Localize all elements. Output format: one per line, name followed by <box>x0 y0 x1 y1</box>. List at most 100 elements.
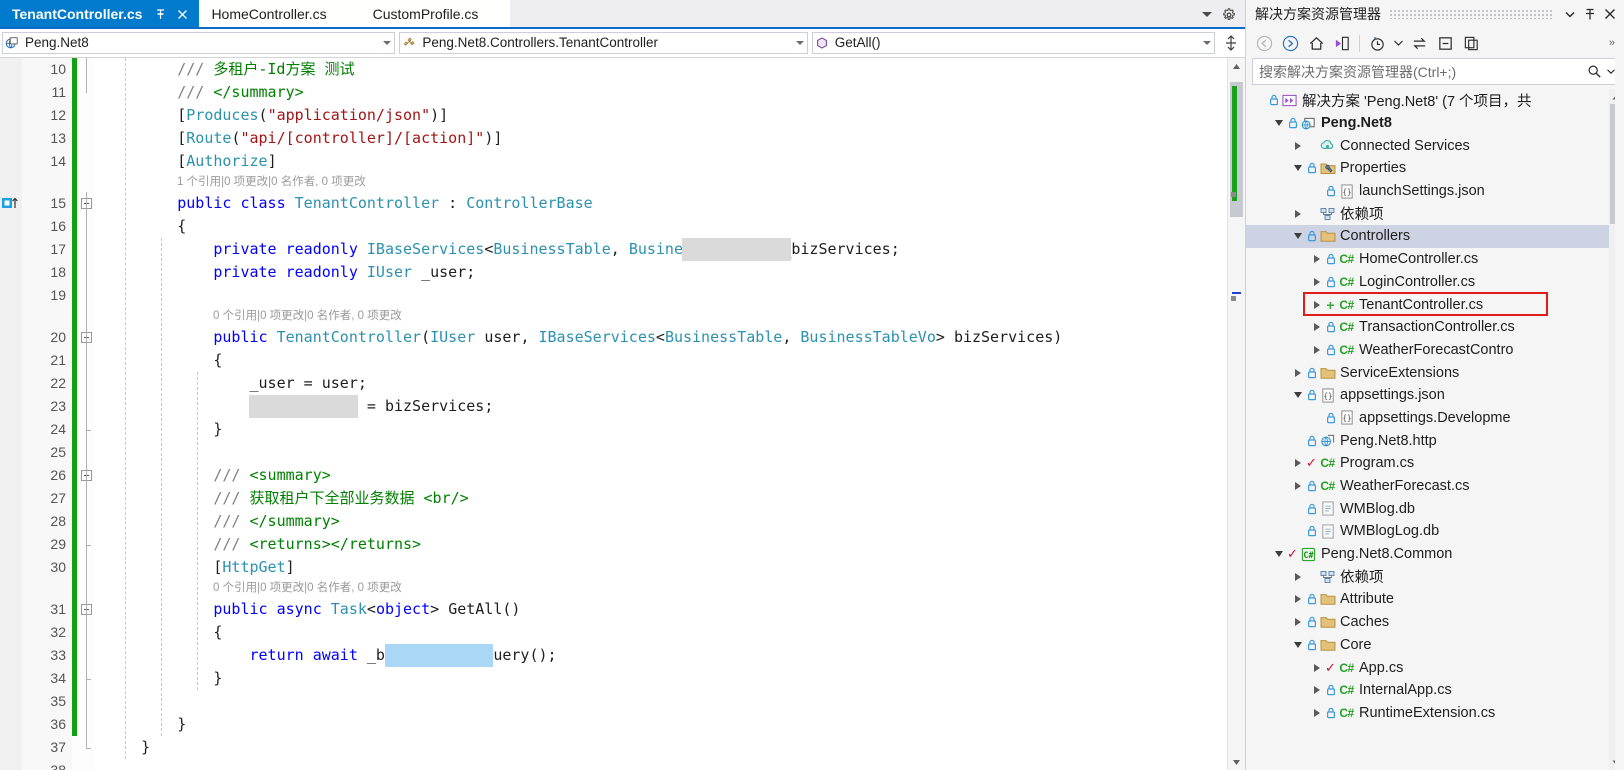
code-line[interactable]: /// 获取租户下全部业务数据 <br/> <box>95 487 1227 510</box>
code-line[interactable]: } <box>95 667 1227 690</box>
tree-item-internalapp-cs[interactable]: C# InternalApp.cs <box>1246 679 1609 702</box>
codelens-annotation[interactable]: 0 个引用|0 项更改|0 名作者, 0 项更改 <box>95 579 1227 598</box>
tab-tenantcontroller[interactable]: TenantController.cs <box>0 0 200 29</box>
scrollbar-track[interactable] <box>1230 74 1243 754</box>
tree-item-program-cs[interactable]: ✓ C# Program.cs <box>1246 452 1609 475</box>
tree-item-[interactable]: 依赖项 <box>1246 565 1609 588</box>
outlining-cell[interactable] <box>77 759 95 770</box>
chevron-down-icon[interactable] <box>1391 31 1405 55</box>
codelens-annotation[interactable]: 0 个引用|0 项更改|0 名作者, 0 项更改 <box>95 307 1227 326</box>
code-line[interactable]: } <box>95 736 1227 759</box>
collapse-triangle-icon[interactable] <box>1290 392 1305 399</box>
tree-item-appsettings-developme[interactable]: {} appsettings.Developme <box>1246 407 1609 430</box>
tree-item-homecontroller-cs[interactable]: C# HomeController.cs <box>1246 248 1609 271</box>
code-line[interactable]: { <box>95 621 1227 644</box>
tree-item-peng-net8-http[interactable]: Peng.Net8.http <box>1246 429 1609 452</box>
outlining-margin[interactable] <box>77 58 95 770</box>
tree-item-[interactable]: 依赖项 <box>1246 202 1609 225</box>
outlining-cell[interactable] <box>77 150 95 173</box>
gear-icon[interactable] <box>1222 7 1236 22</box>
expand-triangle-icon[interactable] <box>1309 300 1324 309</box>
tree-item-wmbloglog-db[interactable]: WMBlogLog.db <box>1246 520 1609 543</box>
expand-triangle-icon[interactable] <box>1309 323 1324 332</box>
code-line[interactable]: public class TenantController : Controll… <box>95 192 1227 215</box>
code-line[interactable]: [HttpGet] <box>95 556 1227 579</box>
tree-item-peng-net8[interactable]: Peng.Net8 <box>1246 112 1609 135</box>
chevron-down-icon[interactable] <box>1560 11 1580 18</box>
collapse-triangle-icon[interactable] <box>1271 120 1286 127</box>
tree-item-peng-net8-7[interactable]: 解决方案 'Peng.Net8' (7 个项目，共 <box>1246 89 1609 112</box>
solution-tree[interactable]: 解决方案 'Peng.Net8' (7 个项目，共 Peng.Net8 Connec… <box>1246 89 1609 770</box>
tree-item-core[interactable]: Core <box>1246 634 1609 657</box>
code-line[interactable] <box>95 759 1227 770</box>
expand-triangle-icon[interactable] <box>1309 345 1324 354</box>
tree-item-peng-net8-common[interactable]: ✓ C# Peng.Net8.Common <box>1246 543 1609 566</box>
codelens-annotation[interactable]: 1 个引用|0 项更改|0 名作者, 0 项更改 <box>95 173 1227 192</box>
chevron-down-icon[interactable] <box>793 41 807 45</box>
expand-triangle-icon[interactable] <box>1290 595 1305 604</box>
code-line[interactable]: } <box>95 418 1227 441</box>
tree-item-app-cs[interactable]: ✓ C# App.cs <box>1246 656 1609 679</box>
code-line[interactable] <box>95 690 1227 713</box>
tree-item-logincontroller-cs[interactable]: C# LoginController.cs <box>1246 271 1609 294</box>
code-line[interactable]: /// </summary> <box>95 81 1227 104</box>
expand-triangle-icon[interactable] <box>1290 618 1305 627</box>
tree-item-weatherforecastcontro[interactable]: C# WeatherForecastContro <box>1246 339 1609 362</box>
tree-item-attribute[interactable]: Attribute <box>1246 588 1609 611</box>
code-line[interactable] <box>95 284 1227 307</box>
expand-triangle-icon[interactable] <box>1290 459 1305 468</box>
split-editor-button[interactable] <box>1217 35 1245 51</box>
tree-item-appsettings-json[interactable]: {} appsettings.json <box>1246 384 1609 407</box>
tree-item-connected-services[interactable]: Connected Services <box>1246 134 1609 157</box>
expand-triangle-icon[interactable] <box>1290 141 1305 150</box>
editor-vertical-scrollbar[interactable] <box>1227 58 1245 770</box>
chevron-down-icon[interactable] <box>380 41 394 45</box>
back-icon[interactable] <box>1252 31 1276 55</box>
code-line[interactable]: _user = user; <box>95 372 1227 395</box>
expand-triangle-icon[interactable] <box>1290 209 1305 218</box>
show-all-files-icon[interactable] <box>1459 31 1483 55</box>
collapse-triangle-icon[interactable] <box>1290 165 1305 172</box>
expand-triangle-icon[interactable] <box>1290 572 1305 581</box>
code-line[interactable]: { <box>95 349 1227 372</box>
search-icon[interactable] <box>1583 64 1605 79</box>
code-line[interactable]: [Authorize] <box>95 150 1227 173</box>
code-line[interactable]: private readonly IUser _user; <box>95 261 1227 284</box>
code-line[interactable]: private readonly IBaseServices<BusinessT… <box>95 238 1227 261</box>
tree-item-properties[interactable]: Properties <box>1246 157 1609 180</box>
tab-homecontroller[interactable]: HomeController.cs <box>199 0 337 29</box>
tree-item-serviceextensions[interactable]: ServiceExtensions <box>1246 361 1609 384</box>
home-icon[interactable] <box>1304 31 1328 55</box>
breakpoint-margin[interactable] <box>0 58 22 770</box>
sync-with-active-document-icon[interactable] <box>1330 31 1354 55</box>
tree-item-tenantcontroller-cs[interactable]: + C# TenantController.cs <box>1246 293 1609 316</box>
chevron-down-icon[interactable] <box>1202 12 1212 17</box>
navbar-type-dropdown[interactable]: Peng.Net8.Controllers.TenantController <box>399 32 808 54</box>
collapse-triangle-icon[interactable] <box>1290 233 1305 240</box>
code-line[interactable]: /// 多租户-Id方案 测试 <box>95 58 1227 81</box>
expand-triangle-icon[interactable] <box>1290 482 1305 491</box>
close-icon[interactable] <box>176 8 189 21</box>
drag-handle[interactable] <box>1389 9 1552 19</box>
code-line[interactable]: return await _bizServices.Query(); <box>95 644 1227 667</box>
expand-triangle-icon[interactable] <box>1309 686 1324 695</box>
pending-changes-icon[interactable] <box>1365 31 1389 55</box>
outlining-cell[interactable] <box>77 104 95 127</box>
code-line[interactable]: } <box>95 713 1227 736</box>
tree-item-wmblog-db[interactable]: WMBlog.db <box>1246 497 1609 520</box>
tree-item-weatherforecast-cs[interactable]: C# WeatherForecast.cs <box>1246 475 1609 498</box>
pin-icon[interactable] <box>1580 8 1600 21</box>
inheritance-margin-glyph[interactable] <box>2 197 20 213</box>
solution-explorer-search[interactable] <box>1252 58 1618 85</box>
collapse-triangle-icon[interactable] <box>1271 551 1286 558</box>
forward-icon[interactable] <box>1278 31 1302 55</box>
collapse-all-icon[interactable] <box>1433 31 1457 55</box>
code-line[interactable]: public async Task<object> GetAll() <box>95 598 1227 621</box>
code-line[interactable]: { <box>95 215 1227 238</box>
outlining-cell[interactable] <box>77 127 95 150</box>
scroll-up-arrow[interactable] <box>1228 58 1245 74</box>
scroll-down-arrow[interactable] <box>1228 754 1245 770</box>
code-line[interactable]: /// </summary> <box>95 510 1227 533</box>
refresh-icon[interactable] <box>1407 31 1431 55</box>
code-line[interactable]: /// <summary> <box>95 464 1227 487</box>
